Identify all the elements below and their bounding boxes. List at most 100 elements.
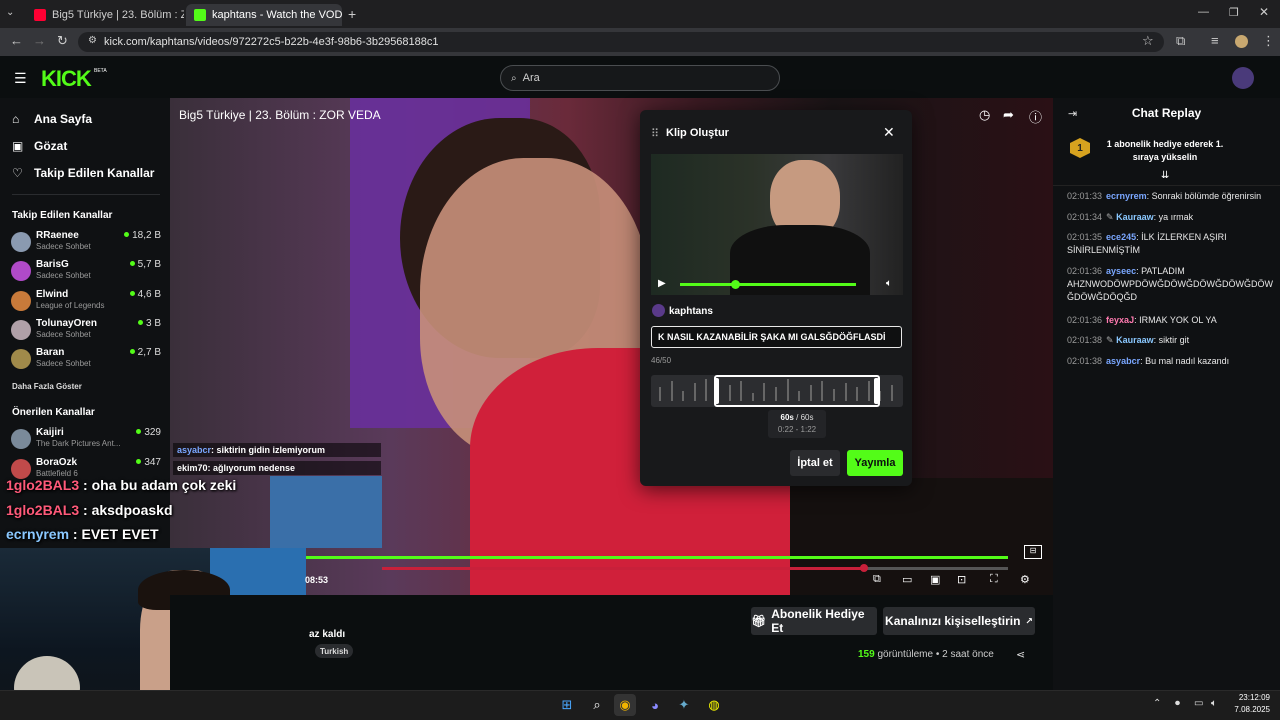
bookmark-star-icon[interactable]: ☆: [1142, 33, 1154, 49]
share-icon[interactable]: ➦: [1003, 107, 1014, 123]
microphone-icon[interactable]: ⏺: [1175, 698, 1180, 709]
app-icon-2[interactable]: ◍: [703, 694, 725, 716]
window-close-icon[interactable]: ✕: [1259, 5, 1269, 19]
media-icon[interactable]: ≡: [1211, 33, 1219, 48]
clip-title-input[interactable]: K NASIL KAZANABİLİR ŞAKA MI GALSĞDÖĞFLAS…: [651, 326, 902, 348]
youtube-icon: [34, 9, 46, 21]
user-avatar[interactable]: [1232, 67, 1254, 89]
avatar: [11, 291, 31, 311]
trim-handle-start[interactable]: [714, 378, 719, 404]
vod-progress-played[interactable]: [382, 567, 864, 570]
clip-icon[interactable]: ⧉: [873, 573, 881, 586]
stream-overlay-cam: [270, 476, 382, 548]
channel-item[interactable]: BarisG Sadece Sohbet 5,7 B: [11, 259, 161, 285]
clip-channel-name: kaphtans: [669, 306, 713, 317]
tab-title: kaphtans - Watch the VOD on K: [212, 9, 342, 21]
close-icon[interactable]: ✕: [883, 124, 895, 141]
timeline-tick: [659, 387, 661, 401]
volume-icon[interactable]: 🔈︎: [886, 278, 892, 289]
restore-icon[interactable]: ❐: [1229, 6, 1239, 19]
chat-user[interactable]: feyxaJ: [1106, 315, 1134, 325]
share-icon[interactable]: ⋖: [1016, 648, 1025, 661]
expand-icon[interactable]: ⇊: [1161, 170, 1169, 181]
recommended-heading: Önerilen Kanallar: [12, 407, 95, 418]
sidebar-item-browse[interactable]: ▣ Gözat: [12, 139, 67, 153]
clock-icon[interactable]: ◷: [979, 107, 990, 123]
chat-message: 02:01:36 ayseec: PATLADIM AHZNWODÖWPDÖWĞD…: [1067, 265, 1273, 304]
channel-item[interactable]: Baran Sadece Sohbet 2,7 B: [11, 347, 161, 373]
channel-category: League of Legends: [36, 301, 105, 310]
trim-handle-end[interactable]: [874, 378, 879, 404]
cancel-button[interactable]: İptal et: [790, 450, 840, 476]
language-tag[interactable]: Turkish: [315, 644, 354, 658]
reload-icon[interactable]: ↻: [57, 33, 68, 49]
theatre-icon[interactable]: ▭: [902, 573, 912, 586]
stream-progress-bar[interactable]: [306, 556, 1008, 559]
chat-user[interactable]: ecrnyrem: [1106, 191, 1147, 201]
channel-category: Sadece Sohbet: [36, 242, 91, 251]
chat-user[interactable]: ece245: [1106, 232, 1136, 242]
chat-user[interactable]: asyabcr: [1106, 356, 1140, 366]
preview-progress-fill[interactable]: [680, 283, 856, 286]
preview-progress-thumb[interactable]: [731, 280, 740, 289]
network-icon[interactable]: ▭: [1194, 698, 1203, 709]
channel-item[interactable]: RRaenee Sadece Sohbet 18,2 B: [11, 230, 161, 256]
windows-start-icon[interactable]: ⊞: [556, 694, 578, 716]
channel-item[interactable]: Elwind League of Legends 4,6 B: [11, 289, 161, 315]
kick-logo[interactable]: KICK: [41, 66, 92, 92]
settings-gear-icon[interactable]: ⚙: [1020, 573, 1030, 586]
info-icon[interactable]: ⓘ: [1029, 107, 1042, 126]
site-info-icon[interactable]: ⚙: [88, 35, 97, 46]
search-input[interactable]: ⌕ Ara: [500, 65, 780, 91]
tray-chevron-icon[interactable]: ⌃: [1153, 698, 1161, 709]
chat-time: 02:01:35: [1067, 232, 1103, 242]
chat-user[interactable]: Kauraaw: [1116, 212, 1154, 222]
extensions-icon[interactable]: ⧉: [1176, 33, 1185, 49]
external-link-icon: ↗: [1025, 615, 1033, 626]
tab-kick[interactable]: kaphtans - Watch the VOD on K ✕: [186, 4, 342, 26]
sidebar-item-following[interactable]: ♡ Takip Edilen Kanallar: [12, 166, 154, 180]
customize-channel-button[interactable]: Kanalınızı kişiselleştirin ↗: [883, 607, 1035, 635]
views-label: görüntüleme: [877, 649, 934, 660]
tab-search-icon[interactable]: ⌄: [6, 7, 14, 18]
hamburger-icon[interactable]: ☰: [14, 70, 27, 87]
clip-modal-title: Klip Oluştur: [666, 127, 729, 139]
channel-item[interactable]: Kaijiri The Dark Pictures Ant... 329: [11, 427, 161, 453]
chat-user[interactable]: Kauraaw: [1116, 335, 1154, 345]
channel-item[interactable]: TolunayOren Sadece Sohbet 3 B: [11, 318, 161, 344]
timeline-tick: [891, 385, 893, 401]
search-icon[interactable]: ⌕: [586, 694, 608, 716]
back-icon[interactable]: ←: [10, 33, 23, 48]
chat-user[interactable]: ayseec: [1106, 266, 1136, 276]
show-more-link[interactable]: Daha Fazla Göster: [12, 382, 82, 391]
new-tab-icon[interactable]: +: [348, 6, 356, 22]
chrome-icon[interactable]: ◉: [614, 694, 636, 716]
forward-icon[interactable]: →: [33, 33, 46, 48]
captions-icon[interactable]: ▣: [930, 573, 940, 586]
publish-button[interactable]: Yayımla: [847, 450, 903, 476]
kick-icon: [194, 9, 206, 21]
channel-category: Sadece Sohbet: [36, 359, 91, 368]
chat-text: : ya ırmak: [1153, 212, 1194, 222]
url-field[interactable]: kick.com/kaphtans/videos/972272c5-b22b-4…: [78, 32, 1164, 52]
sidebar-item-home[interactable]: ⌂ Ana Sayfa: [12, 112, 92, 126]
miniplayer-icon[interactable]: ⊡: [957, 573, 966, 586]
minimize-icon[interactable]: —: [1198, 6, 1209, 18]
clip-selection[interactable]: [714, 375, 880, 407]
app-icon[interactable]: ✦: [673, 694, 695, 716]
profile-avatar[interactable]: [1235, 35, 1248, 48]
play-icon[interactable]: ▶: [658, 278, 666, 289]
drag-handle-icon[interactable]: ⠿: [651, 127, 659, 140]
chat-message: 02:01:33 ecrnyrem: Sonraki bölümde öğreni…: [1067, 190, 1272, 203]
chat-time: 02:01:36: [1067, 315, 1103, 325]
gift-subscription-button[interactable]: 🎁︎ Abonelik Hediye Et: [751, 607, 877, 635]
taskbar-clock[interactable]: 23:12:09 7.08.2025: [1226, 692, 1270, 716]
menu-dots-icon[interactable]: ⋮: [1262, 33, 1275, 49]
tab-youtube[interactable]: Big5 Türkiye | 23. Bölüm : ZOR V ✕: [26, 4, 184, 26]
channel-name: BarisG: [36, 259, 69, 270]
vod-progress-remaining[interactable]: [864, 567, 1008, 570]
fullscreen-icon[interactable]: ⛶: [990, 573, 998, 586]
discord-icon[interactable]: ◕: [644, 694, 666, 716]
volume-icon[interactable]: 🔈︎: [1211, 698, 1217, 709]
progress-thumb[interactable]: [860, 564, 868, 572]
